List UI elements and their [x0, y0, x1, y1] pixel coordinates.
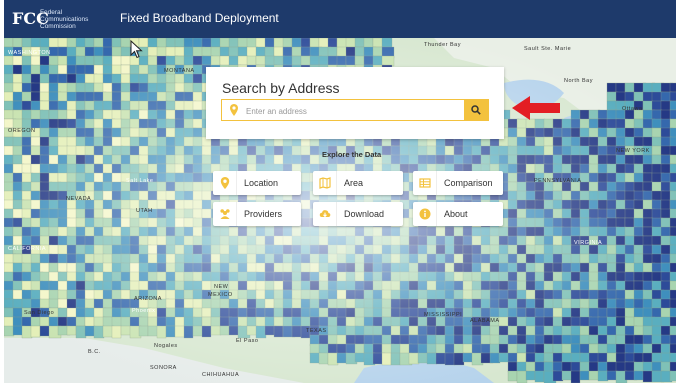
table-icon — [419, 178, 431, 188]
fcc-logo-line: Communications — [40, 16, 89, 23]
about-label: About — [444, 209, 468, 219]
download-icon-box — [313, 202, 337, 226]
map-label: TEXAS — [306, 328, 327, 334]
fcc-logo-mark: FCC — [12, 9, 49, 28]
map-label: Thunder Bay — [424, 42, 461, 48]
about-button[interactable]: About — [413, 202, 503, 226]
top-bar: FCC Federal Communications Commission Fi… — [4, 0, 676, 38]
area-icon-box — [313, 171, 337, 195]
info-icon — [419, 208, 431, 220]
map-label: Sault Ste. Marie — [524, 46, 572, 52]
providers-label: Providers — [244, 209, 283, 219]
map-label: MEXICO — [208, 292, 233, 298]
map-label: NEW YORK — [616, 148, 650, 154]
map-label: SONORA — [150, 365, 177, 371]
map-label: NEW — [214, 284, 229, 290]
map-label: VIRGINIA — [574, 240, 603, 246]
cloud-download-icon — [319, 210, 331, 218]
map-label: OREGON — [8, 128, 36, 134]
map-label: WASHINGTON — [8, 50, 51, 56]
search-box[interactable] — [221, 99, 489, 121]
map-label: El Paso — [236, 338, 259, 344]
comparison-button[interactable]: Comparison — [413, 171, 503, 195]
map-label: ALABAMA — [470, 318, 500, 324]
address-search-input[interactable] — [244, 102, 468, 120]
download-button[interactable]: Download — [313, 202, 403, 226]
location-icon-box — [213, 171, 237, 195]
fcc-logo[interactable]: FCC Federal Communications Commission — [12, 8, 96, 30]
map-label: North Bay — [564, 78, 593, 84]
map-label: San Diego — [24, 310, 55, 316]
map-icon — [319, 177, 331, 189]
fcc-logo-text: Federal Communications Commission — [40, 9, 88, 30]
map-label: MONTANA — [164, 68, 195, 74]
comparison-label: Comparison — [444, 178, 493, 188]
map-label: UTAH — [136, 208, 153, 214]
comparison-icon-box — [413, 171, 437, 195]
map-label: CALIFORNIA — [8, 246, 47, 252]
area-button[interactable]: Area — [313, 171, 403, 195]
map-label: Salt Lake — [126, 178, 154, 184]
map-marker-icon — [220, 177, 230, 189]
search-icon — [471, 105, 481, 115]
app-title[interactable]: Fixed Broadband Deployment — [120, 11, 279, 25]
map-label: ARIZONA — [134, 296, 162, 302]
fcc-logo-line: Federal — [40, 9, 63, 16]
search-button[interactable] — [464, 100, 488, 120]
mouse-cursor-icon — [130, 40, 143, 59]
providers-button[interactable]: Providers — [213, 202, 301, 226]
app-frame: FCC Federal Communications Commission Fi… — [4, 0, 676, 383]
map-marker-icon — [230, 104, 238, 116]
map-label: NEVADA — [66, 196, 92, 202]
map-label: PENNSYLVANIA — [534, 178, 582, 184]
map-label: MISSISSIPPI — [424, 312, 463, 318]
download-label: Download — [344, 209, 385, 219]
users-icon — [220, 209, 230, 219]
map-label: Ottawa — [622, 106, 643, 112]
location-label: Location — [244, 178, 279, 188]
about-icon-box — [413, 202, 437, 226]
map-label: CHIHUAHUA — [202, 372, 240, 378]
map-label: B.C. — [88, 349, 101, 355]
area-label: Area — [344, 178, 364, 188]
fcc-logo-line: Commission — [40, 23, 76, 30]
red-pointer-arrow — [512, 96, 560, 120]
search-panel: Search by Address — [206, 67, 504, 139]
map-label: Phoenix — [132, 308, 156, 314]
location-button[interactable]: Location — [213, 171, 301, 195]
map-label: Nogales — [154, 343, 178, 349]
explore-title: Explore the Data — [322, 150, 382, 159]
providers-icon-box — [213, 202, 237, 226]
search-title: Search by Address — [222, 80, 340, 96]
